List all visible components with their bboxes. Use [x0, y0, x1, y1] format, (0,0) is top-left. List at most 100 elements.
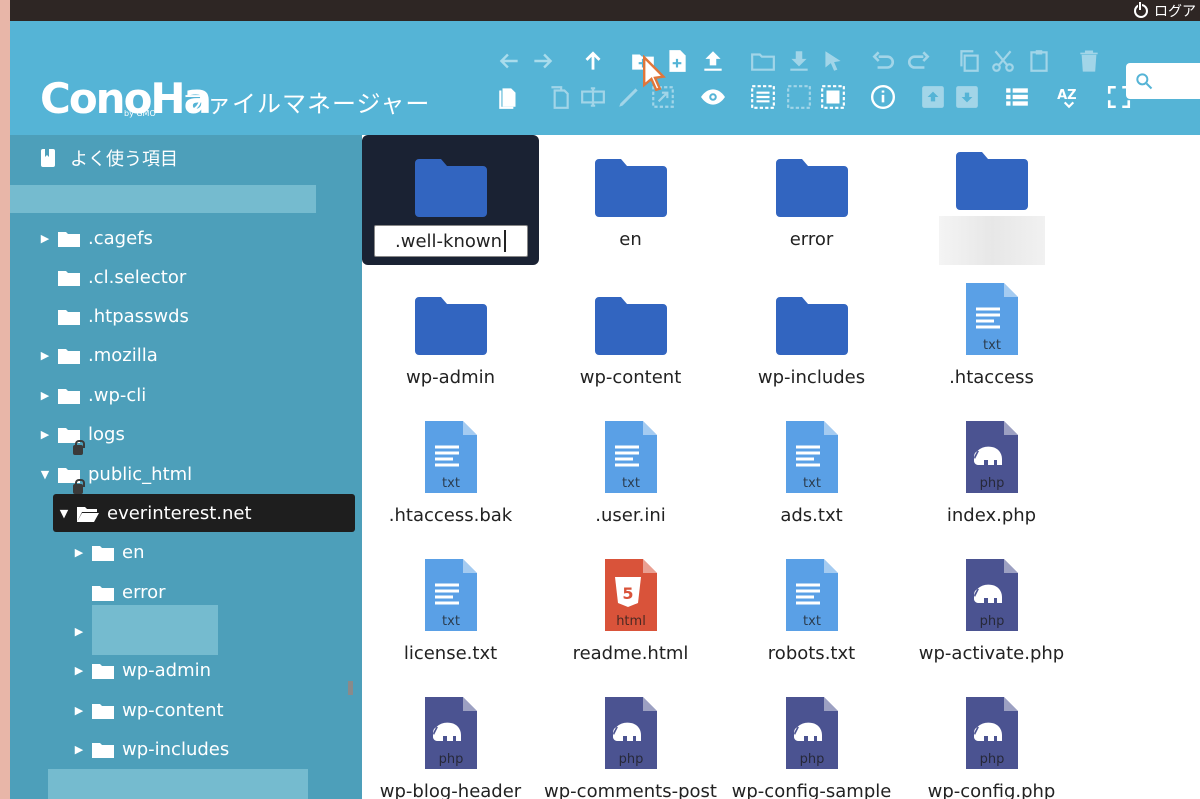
file-type-label: php	[979, 614, 1004, 629]
expand-caret-icon[interactable]: ▶	[72, 704, 86, 717]
folder-icon	[775, 281, 848, 355]
up-icon[interactable]	[578, 47, 608, 75]
folder-icon	[58, 388, 80, 404]
bookmark-icon	[41, 149, 55, 167]
tree-item-label: wp-admin	[122, 659, 212, 681]
delete-icon[interactable]	[1074, 47, 1104, 75]
file-item[interactable]: 5 html readme.html	[542, 549, 719, 679]
file-name: .htaccess	[949, 367, 1034, 388]
select-icon[interactable]	[818, 47, 848, 75]
php-file-icon: php	[964, 557, 1020, 631]
tree-item-htpasswds[interactable]: .htpasswds	[38, 297, 362, 335]
tree-item-cl-selector[interactable]: .cl.selector	[38, 258, 362, 296]
tree-item-everinterest[interactable]: ▼ everinterest.net	[53, 494, 355, 532]
folder-item[interactable]: wp-content	[542, 273, 719, 403]
list-view-icon[interactable]	[1002, 83, 1032, 111]
file-name: license.txt	[403, 643, 498, 664]
file-item[interactable]: php index.php	[903, 411, 1080, 541]
file-name: ads.txt	[780, 505, 843, 526]
mouse-cursor-icon	[640, 54, 670, 92]
expand-caret-icon[interactable]: ▶	[38, 428, 52, 441]
select-all-icon[interactable]	[748, 83, 778, 111]
tree-item-wp-admin[interactable]: ▶ wp-admin	[72, 651, 362, 689]
sidebar-resize-handle[interactable]	[348, 681, 353, 695]
open-icon[interactable]	[748, 47, 778, 75]
favorites-item[interactable]: よく使う項目	[40, 139, 362, 177]
window-edge	[0, 0, 10, 799]
redo-icon[interactable]	[904, 47, 934, 75]
tree-item-cagefs[interactable]: ▶ .cagefs	[38, 219, 362, 257]
html-file-icon: 5 html	[603, 557, 659, 631]
upload-icon[interactable]	[698, 47, 728, 75]
tree-item-wp-cli[interactable]: ▶ .wp-cli	[38, 376, 362, 414]
expand-caret-icon[interactable]: ▶	[72, 546, 86, 559]
tree-item-label: everinterest.net	[107, 502, 252, 524]
php-file-icon: php	[964, 695, 1020, 769]
tree-item-label: .wp-cli	[88, 384, 147, 406]
select-none-icon[interactable]	[784, 83, 814, 111]
file-item[interactable]: php wp-config-sample	[723, 687, 900, 799]
copy-icon[interactable]	[954, 47, 984, 75]
search-input[interactable]	[1126, 63, 1200, 99]
tree-item-label: error	[122, 581, 166, 603]
search-icon	[1136, 73, 1153, 90]
file-item[interactable]: txt license.txt	[362, 549, 539, 679]
php-file-icon: php	[423, 695, 479, 769]
back-icon[interactable]	[494, 47, 524, 75]
file-name: .user.ini	[595, 505, 666, 526]
undo-icon[interactable]	[868, 47, 898, 75]
file-item[interactable]: php wp-blog-header	[362, 687, 539, 799]
info-icon[interactable]	[868, 83, 898, 111]
tree-item-wp-includes[interactable]: ▶ wp-includes	[72, 730, 362, 768]
file-name: wp-comments-post	[544, 781, 717, 799]
text-file-icon: txt	[784, 419, 840, 493]
tree-item-public-html[interactable]: ▼ public_html	[38, 455, 362, 493]
folder-item[interactable]: error	[723, 135, 900, 265]
file-item[interactable]: txt .user.ini	[542, 411, 719, 541]
collapse-caret-icon[interactable]: ▼	[57, 507, 71, 520]
expand-caret-icon[interactable]: ▶	[38, 232, 52, 245]
expand-caret-icon[interactable]: ▶	[72, 743, 86, 756]
folder-item[interactable]: wp-includes	[723, 273, 900, 403]
file-item[interactable]: php wp-comments-post	[542, 687, 719, 799]
rename-input[interactable]: .well-known	[373, 225, 528, 257]
tree-item-logs[interactable]: ▶ logs	[38, 415, 362, 453]
view-icon[interactable]	[698, 83, 728, 111]
expand-caret-icon[interactable]: ▶	[38, 389, 52, 402]
expand-caret-icon[interactable]: ▶	[72, 664, 86, 677]
svg-text:5: 5	[622, 584, 633, 603]
upload-box-icon[interactable]	[918, 83, 948, 111]
redacted-item	[48, 769, 308, 799]
cut-icon[interactable]	[988, 47, 1018, 75]
folder-item[interactable]	[903, 135, 1080, 265]
download-icon[interactable]	[784, 47, 814, 75]
expand-caret-icon[interactable]: ▶	[72, 625, 86, 638]
file-name: robots.txt	[767, 643, 856, 664]
file-item[interactable]: txt .htaccess	[903, 273, 1080, 403]
forward-icon[interactable]	[528, 47, 558, 75]
download-box-icon[interactable]	[952, 83, 982, 111]
file-item[interactable]: php wp-activate.php	[903, 549, 1080, 679]
folder-item[interactable]: .well-known	[362, 135, 539, 265]
tree-item-mozilla[interactable]: ▶ .mozilla	[38, 336, 362, 374]
file-item[interactable]: txt .htaccess.bak	[362, 411, 539, 541]
logout-button[interactable]: ログア	[1134, 0, 1200, 21]
expand-caret-icon[interactable]: ▶	[38, 349, 52, 362]
tree-item-wp-content[interactable]: ▶ wp-content	[72, 691, 362, 729]
tree-item-en[interactable]: ▶ en	[72, 533, 362, 571]
file-item[interactable]: php wp-config.php	[903, 687, 1080, 799]
invert-select-icon[interactable]	[818, 83, 848, 111]
text-file-icon: txt	[784, 557, 840, 631]
file-item[interactable]: txt robots.txt	[723, 549, 900, 679]
file-item[interactable]: txt ads.txt	[723, 411, 900, 541]
text-file-icon: txt	[964, 281, 1020, 355]
paste-icon[interactable]	[1024, 47, 1054, 75]
sort-icon[interactable]: AZ	[1054, 83, 1084, 111]
copy-doc-icon[interactable]	[544, 83, 574, 111]
duplicate-icon[interactable]	[494, 83, 524, 111]
collapse-caret-icon[interactable]: ▼	[38, 468, 52, 481]
folder-item[interactable]: wp-admin	[362, 273, 539, 403]
folder-item[interactable]: en	[542, 135, 719, 265]
file-name: .htaccess.bak	[388, 505, 513, 526]
rename-icon[interactable]	[578, 83, 608, 111]
